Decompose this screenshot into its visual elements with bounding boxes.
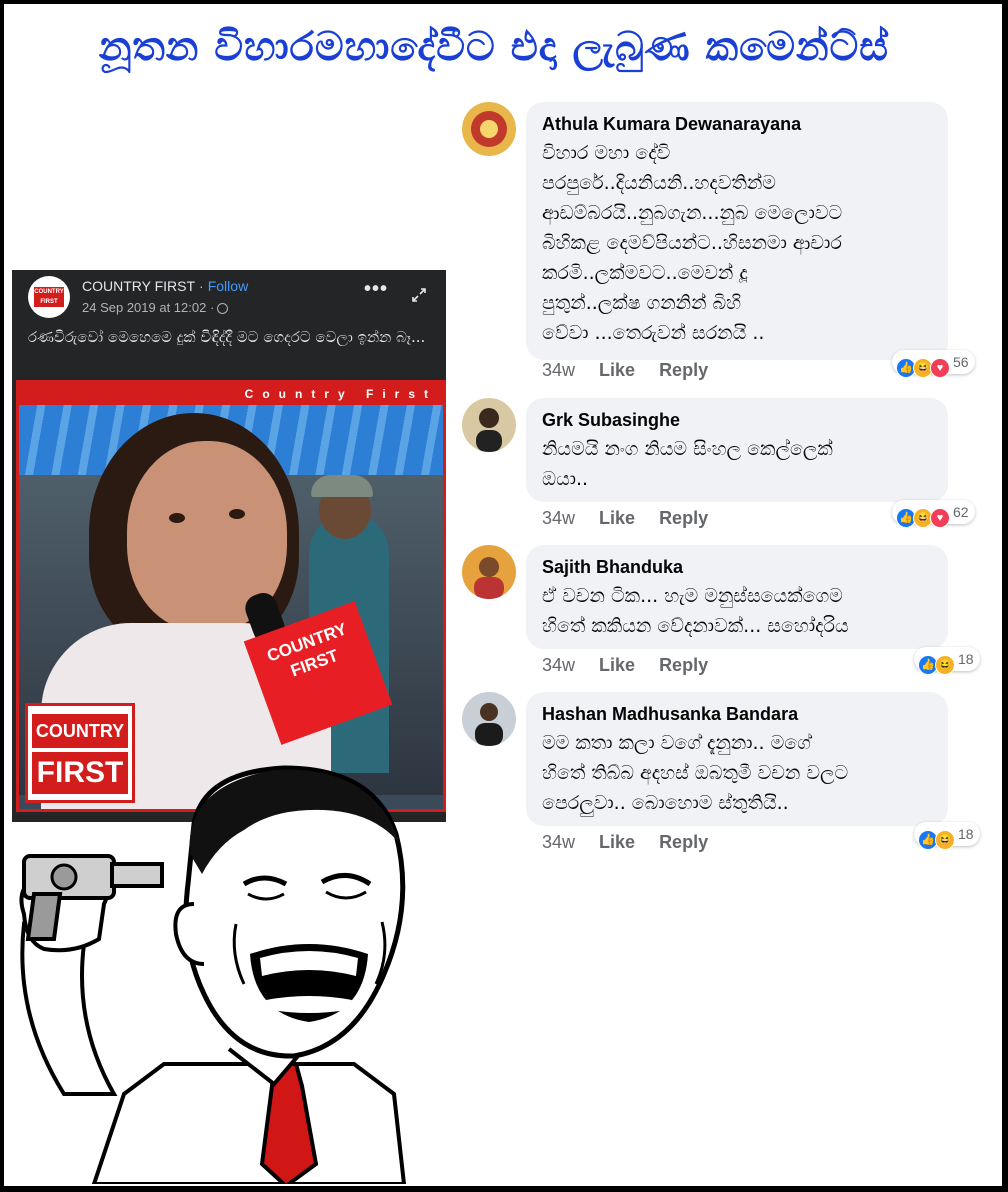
comment-line: පුතුන්..ලක්ෂ ගනනින් බිහි [542, 292, 742, 314]
comment-line: විහාර මහා දේවි [542, 142, 671, 164]
post-date[interactable]: 24 Sep 2019 at 12:02 · [82, 300, 229, 315]
reactions[interactable]: 👍 😆 18 [914, 822, 980, 850]
commenter-name[interactable]: Hashan Madhusanka Bandara [542, 702, 932, 726]
avatar-logo-top: COUNTRY [34, 289, 64, 295]
comment-line: බිහිකළ දෙමව්පියන්ට..හිසනමා ආචාර [542, 232, 842, 254]
comment-line: නියමයි නංග නියම සිංහල කෙල්ලෙක් [542, 438, 833, 460]
reply-button[interactable]: Reply [659, 508, 708, 528]
avatar[interactable] [462, 545, 516, 599]
comment-line: වේවා ...තෙරුවන් සරනයි .. [542, 322, 765, 344]
commenter-name[interactable]: Athula Kumara Dewanarayana [542, 112, 932, 136]
separator: · [199, 278, 204, 294]
comment-text: නියමයි නංග නියම සිංහල කෙල්ලෙක් ඔයා.. [542, 434, 932, 494]
like-button[interactable]: Like [599, 360, 635, 380]
love-reaction-icon: ♥ [930, 508, 950, 528]
comment-line: හිතේ තිබ්බ අදහස් ඔබතුමී වචන වලට [542, 762, 849, 784]
avatar[interactable] [462, 102, 516, 156]
love-reaction-icon: ♥ [930, 358, 950, 378]
comment-line: ඒ වචන ටික... හැම මනුස්සයෙක්ගෙම [542, 585, 843, 607]
avatar-logo-bottom: FIRST [40, 299, 58, 305]
comment-line: ඔයා.. [542, 468, 589, 490]
like-button[interactable]: Like [599, 832, 635, 852]
comment-line: පරපුරේ..දියනියනි..හදවතින්ම [542, 172, 776, 194]
comment-bubble: Hashan Madhusanka Bandara මම කතා කලා වගේ… [526, 692, 948, 826]
comment-bubble: Grk Subasinghe නියමයි නංග නියම සිංහල කෙල… [526, 398, 948, 502]
post-photo[interactable]: Country First COUNTRY FIRST COUNTRY FIRS… [16, 380, 446, 812]
reaction-count: 18 [958, 826, 974, 842]
post-header: COUNTRY FIRST · Follow [82, 278, 248, 294]
page-avatar-logo: COUNTRY FIRST [34, 287, 64, 307]
comment-line: පෙරලුවා.. බොහොම ස්තුතියි.. [542, 792, 789, 814]
comment-text: විහාර මහා දේවි පරපුරේ..දියනියනි..හදවතින්… [542, 138, 932, 348]
girl-eye-right [229, 509, 245, 519]
reaction-count: 56 [953, 354, 969, 370]
comment-actions: 34w Like Reply [542, 360, 732, 381]
photo-banner: Country First [19, 383, 443, 405]
avatar[interactable] [462, 692, 516, 746]
reactions[interactable]: 👍 😆 18 [914, 647, 980, 675]
avatar-image [462, 692, 516, 746]
comment-bubble: Athula Kumara Dewanarayana විහාර මහා දේව… [526, 102, 948, 360]
comment-time[interactable]: 34w [542, 832, 575, 852]
comment-time[interactable]: 34w [542, 508, 575, 528]
expand-icon[interactable] [412, 288, 426, 302]
reaction-count: 62 [953, 504, 969, 520]
haha-reaction-icon: 😆 [935, 830, 955, 850]
shirt [91, 1062, 407, 1184]
headline: නූතන විහාරමහාදේවීට එදා ලැබුණ කමෙන්ට්ස් [98, 24, 890, 70]
page-avatar[interactable]: COUNTRY FIRST [28, 276, 70, 318]
comment-line: හිතේ කකියන වේදනාවක්... සහෝදරිය [542, 615, 849, 637]
reactions[interactable]: 👍 😆 ♥ 62 [892, 500, 975, 528]
avatar-image [462, 545, 516, 599]
reaction-count: 18 [958, 651, 974, 667]
comment-actions: 34w Like Reply [542, 832, 732, 853]
avatar-image [462, 102, 516, 156]
comment-text: මම කතා කලා වගේ දැනුනා.. මගේ හිතේ තිබ්බ අ… [542, 728, 932, 818]
post-date-text: 24 Sep 2019 at 12:02 · [82, 300, 215, 315]
comment-time[interactable]: 34w [542, 655, 575, 675]
comment-line: ආඩම්බරයි..නුබගැන...නුබ මෙලොවට [542, 202, 843, 224]
comment-actions: 34w Like Reply [542, 508, 732, 529]
haha-reaction-icon: 😆 [935, 655, 955, 675]
comment-text: ඒ වචන ටික... හැම මනුස්සයෙක්ගෙම හිතේ කකිය… [542, 581, 932, 641]
reply-button[interactable]: Reply [659, 360, 708, 380]
more-icon[interactable]: ••• [364, 278, 388, 301]
reactions[interactable]: 👍 😆 ♥ 56 [892, 350, 975, 378]
comment-bubble: Sajith Bhanduka ඒ වචන ටික... හැම මනුස්සය… [526, 545, 948, 649]
commenter-name[interactable]: Sajith Bhanduka [542, 555, 932, 579]
commenter-name[interactable]: Grk Subasinghe [542, 408, 932, 432]
like-button[interactable]: Like [599, 508, 635, 528]
avatar[interactable] [462, 398, 516, 452]
reply-button[interactable]: Reply [659, 655, 708, 675]
post-caption: රණවිරුවෝ මෙහෙමෙ දුක් විඳිද්දී මට ගෙදරට ව… [28, 328, 426, 346]
meme-drawing [19, 765, 407, 1184]
comment-line: කරමි..ලක්මවට..මෙවන් දූ [542, 262, 748, 284]
page-name[interactable]: COUNTRY FIRST [82, 278, 195, 294]
follow-button[interactable]: Follow [208, 278, 248, 294]
girl-eye-left [169, 513, 185, 523]
avatar-image [462, 398, 516, 452]
comment-actions: 34w Like Reply [542, 655, 732, 676]
meme-frame: නූතන විහාරමහාදේවීට එදා ලැබුණ කමෙන්ට්ස් C… [4, 4, 1002, 1186]
comment-line: මම කතා කලා වගේ දැනුනා.. මගේ [542, 732, 811, 754]
globe-icon [217, 303, 229, 314]
reply-button[interactable]: Reply [659, 832, 708, 852]
like-button[interactable]: Like [599, 655, 635, 675]
comment-time[interactable]: 34w [542, 360, 575, 380]
corner-logo-top: COUNTRY [32, 714, 128, 748]
man-cap [311, 475, 373, 497]
facebook-post: COUNTRY FIRST COUNTRY FIRST · Follow 24 Se… [12, 270, 446, 822]
